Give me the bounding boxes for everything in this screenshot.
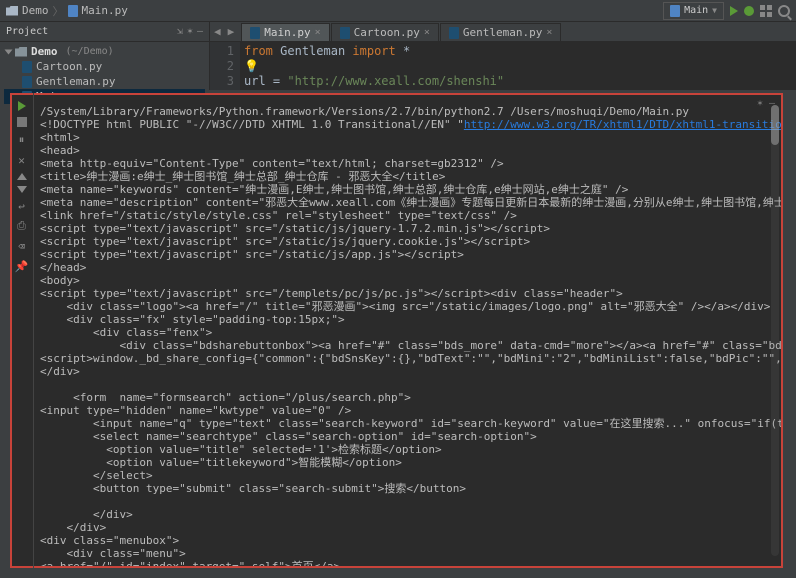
tab-scroll-left[interactable]: ◀: [214, 25, 221, 38]
editor-tab[interactable]: Cartoon.py ×: [331, 23, 439, 41]
bulb-icon[interactable]: 💡: [244, 59, 259, 73]
tree-root-name: Demo: [31, 45, 58, 58]
breadcrumb-separator: 〉: [53, 3, 64, 19]
close-button[interactable]: ✕: [15, 153, 29, 167]
python-file-icon: [22, 76, 32, 88]
tree-root-path: (~/Demo): [66, 46, 114, 57]
run-tool-window[interactable]: ✶ – /System/Library/Frameworks/Python.fr…: [10, 93, 783, 568]
folder-icon: [15, 47, 27, 57]
tab-label: Gentleman.py: [463, 26, 542, 39]
pin-button[interactable]: 📌: [15, 259, 29, 273]
run-button[interactable]: [730, 6, 738, 16]
tree-file-name: Cartoon.py: [36, 60, 102, 73]
python-file-icon: [22, 61, 32, 73]
project-tool-header[interactable]: Project ⇲ ✶ –: [0, 22, 209, 42]
scroll-down-button[interactable]: [17, 186, 27, 193]
tab-label: Cartoon.py: [354, 26, 420, 39]
project-sidebar: Project ⇲ ✶ – Demo (~/Demo) Cartoon.py G…: [0, 22, 210, 90]
print-button[interactable]: ⎙: [15, 219, 29, 233]
project-folder-icon: [6, 6, 18, 16]
run-config-dropdown[interactable]: Main ▼: [663, 2, 724, 20]
grid-icon[interactable]: [760, 5, 772, 17]
dtd-link[interactable]: http://www.w3.org/TR/xhtml1/DTD/xhtml1-t…: [464, 118, 781, 131]
tree-file[interactable]: Cartoon.py: [4, 59, 205, 74]
console-body: "> <html> <head> <meta http-equiv="Conte…: [40, 118, 781, 566]
line-number: 3: [210, 74, 234, 89]
close-icon[interactable]: ×: [315, 27, 321, 38]
editor-tab[interactable]: Main.py ×: [241, 23, 329, 41]
line-number: 1: [210, 44, 234, 59]
tree-root[interactable]: Demo (~/Demo): [4, 44, 205, 59]
tree-file-name: Gentleman.py: [36, 75, 115, 88]
collapse-icon[interactable]: ⇲: [177, 26, 183, 37]
tab-label: Main.py: [264, 26, 310, 39]
console-output[interactable]: /System/Library/Frameworks/Python.framew…: [12, 95, 781, 566]
editor-tab[interactable]: Gentleman.py ×: [440, 23, 562, 41]
editor-area: ◀ ▶ Main.py × Cartoon.py × Gentleman.py …: [210, 22, 796, 90]
file-icon: [68, 5, 78, 17]
line-number: 4: [210, 89, 234, 90]
close-icon[interactable]: ×: [424, 27, 430, 38]
project-tool-title: Project: [6, 26, 48, 37]
expand-icon[interactable]: [5, 49, 13, 54]
vertical-scrollbar[interactable]: [771, 105, 779, 556]
run-config-label: Main: [684, 5, 708, 16]
scrollbar-thumb[interactable]: [771, 105, 779, 145]
hide-icon[interactable]: –: [197, 26, 203, 37]
pause-button[interactable]: ⏸: [15, 133, 29, 147]
file-icon: [670, 5, 680, 17]
console-line: <!DOCTYPE html PUBLIC "-//W3C//DTD XHTML…: [40, 118, 464, 131]
gutter: 1 2 3 4: [210, 42, 240, 90]
rerun-button[interactable]: [18, 101, 26, 111]
chevron-down-icon: ▼: [712, 6, 717, 15]
breadcrumb-project[interactable]: Demo: [22, 4, 49, 17]
line-number: 2: [210, 59, 234, 74]
python-file-icon: [340, 27, 350, 39]
settings-icon[interactable]: ✶: [187, 26, 193, 37]
clear-button[interactable]: ⌫: [15, 239, 29, 253]
breadcrumb-toolbar: Demo 〉 Main.py Main ▼: [0, 0, 796, 22]
breadcrumb-file[interactable]: Main.py: [82, 4, 128, 17]
debug-button[interactable]: [744, 6, 754, 16]
stop-button[interactable]: [17, 117, 27, 127]
soft-wrap-button[interactable]: ↩: [15, 199, 29, 213]
editor-tabs: ◀ ▶ Main.py × Cartoon.py × Gentleman.py …: [210, 22, 796, 42]
search-icon[interactable]: [778, 5, 790, 17]
tab-scroll-right[interactable]: ▶: [228, 25, 235, 38]
python-file-icon: [250, 27, 260, 39]
scroll-up-button[interactable]: [17, 173, 27, 180]
close-icon[interactable]: ×: [546, 27, 552, 38]
code-editor[interactable]: 1 2 3 4 from Gentleman import * 💡 url = …: [210, 42, 796, 90]
tree-file[interactable]: Gentleman.py: [4, 74, 205, 89]
code-content[interactable]: from Gentleman import * 💡 url = "http://…: [240, 42, 566, 90]
console-cmd: /System/Library/Frameworks/Python.framew…: [40, 105, 689, 118]
python-file-icon: [449, 27, 459, 39]
